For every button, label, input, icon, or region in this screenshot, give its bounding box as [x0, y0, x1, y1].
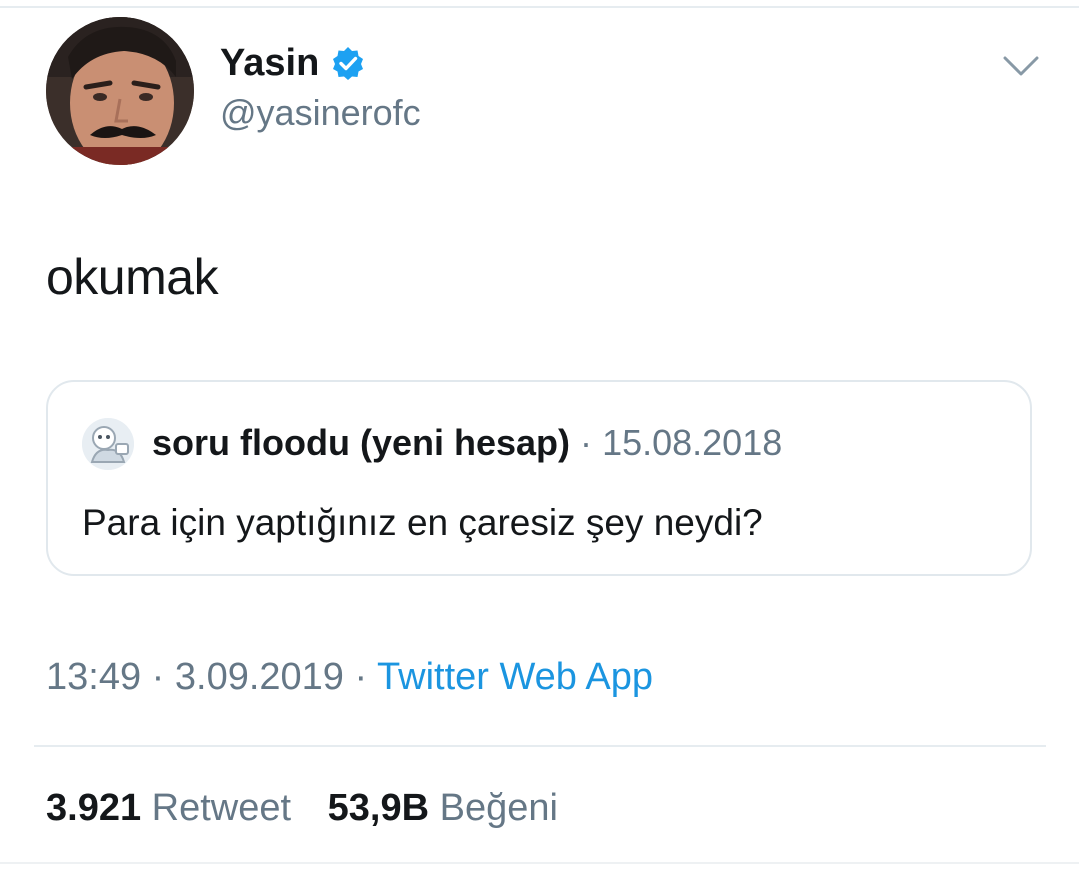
author-handle[interactable]: @yasinerofc: [220, 92, 421, 134]
author-name-row: Yasin: [220, 40, 365, 86]
quoted-tweet-card[interactable]: soru floodu (yeni hesap) · 15.08.2018 Pa…: [46, 380, 1032, 576]
tweet-date[interactable]: 3.09.2019: [175, 656, 344, 698]
quoted-display-name: soru floodu (yeni hesap): [152, 422, 571, 463]
tweet-text: okumak: [46, 249, 219, 305]
tweet-time[interactable]: 13:49: [46, 656, 141, 698]
quoted-avatar-icon: [82, 418, 134, 470]
retweets-label: Retweet: [151, 787, 292, 829]
quoted-tweet-text: Para için yaptığınız en çaresiz şey neyd…: [82, 502, 763, 543]
retweets-stat[interactable]: 3.921 Retweet: [46, 787, 302, 829]
tweet-stats: 3.921 Retweet 53,9B Beğeni: [46, 787, 558, 830]
quoted-date: 15.08.2018: [602, 422, 783, 463]
quoted-separator: ·: [580, 422, 593, 463]
retweets-count: 3.921: [46, 787, 142, 829]
top-divider: [0, 6, 1079, 8]
tweet-source-link[interactable]: Twitter Web App: [377, 656, 653, 698]
verified-badge-icon: [331, 46, 365, 80]
likes-count: 53,9B: [327, 787, 430, 829]
tweet-meta: 13:49 · 3.09.2019 · Twitter Web App: [46, 656, 653, 699]
author-display-name[interactable]: Yasin: [220, 42, 319, 85]
stats-divider: [34, 745, 1046, 747]
meta-separator: ·: [151, 656, 165, 698]
chevron-down-icon[interactable]: [1001, 52, 1041, 80]
quoted-tweet-header: soru floodu (yeni hesap) · 15.08.2018: [152, 422, 782, 464]
likes-label: Beğeni: [439, 787, 558, 829]
bottom-divider: [0, 862, 1079, 864]
likes-stat[interactable]: 53,9B Beğeni: [328, 787, 558, 829]
author-avatar[interactable]: [46, 17, 194, 165]
profile-photo-icon: [46, 17, 194, 165]
meta-separator: ·: [354, 656, 368, 698]
